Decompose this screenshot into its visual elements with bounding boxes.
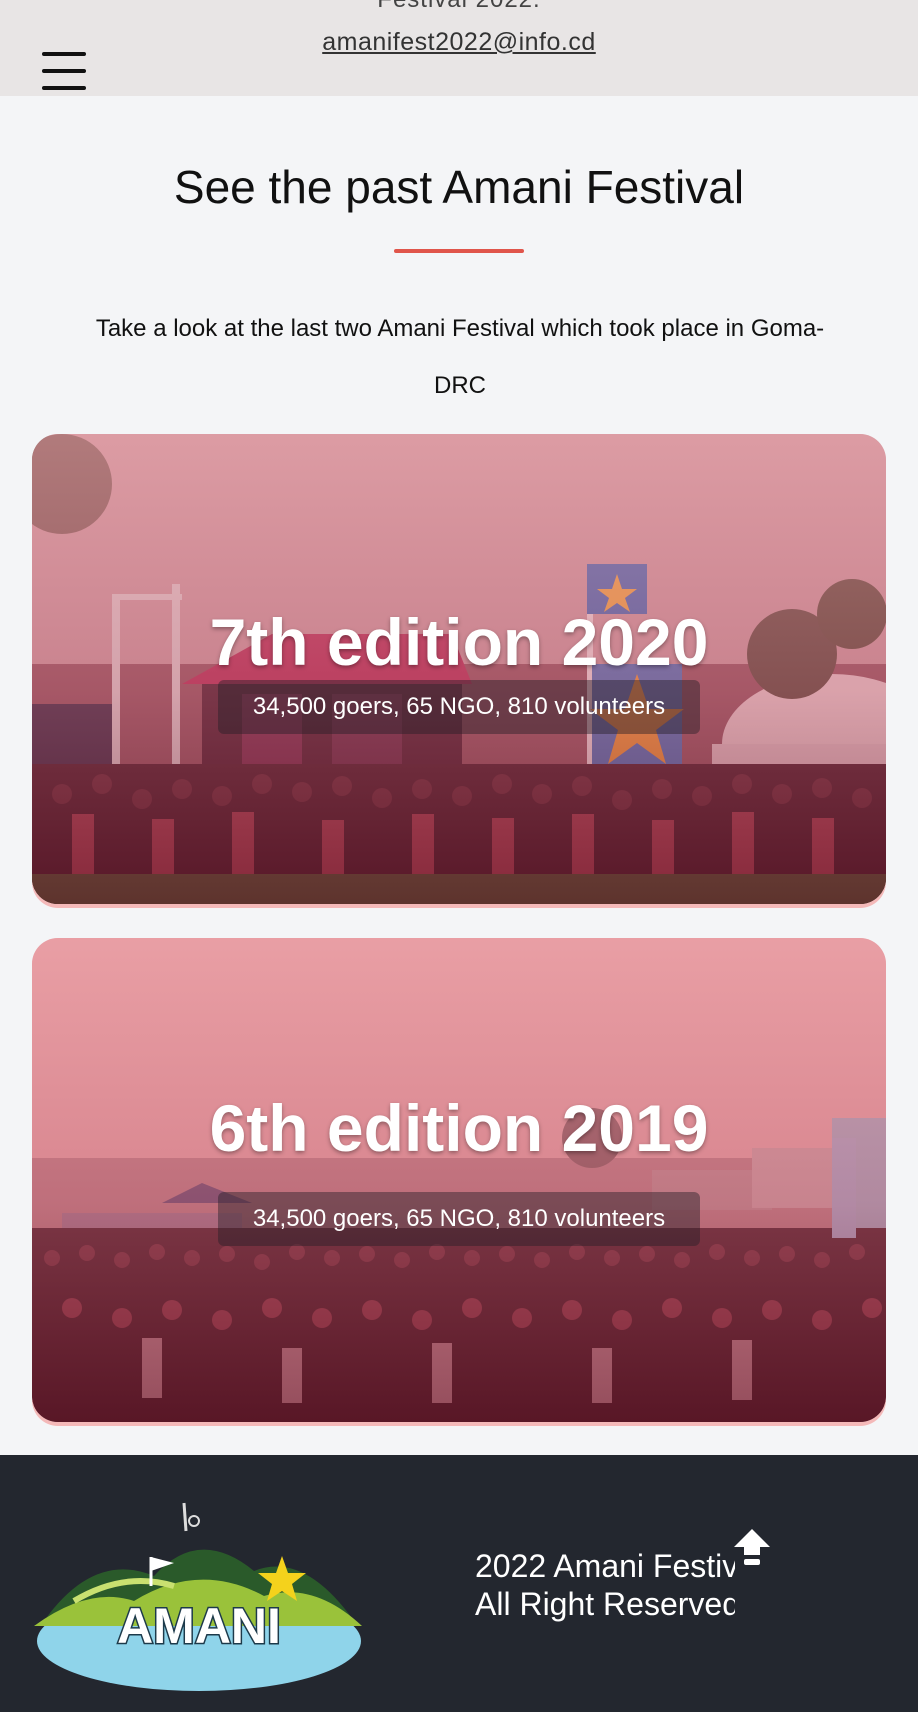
copyright-line-1: 2022 Amani Festival — [475, 1548, 735, 1584]
edition-title: 7th edition 2020 — [209, 605, 709, 679]
section-title: See the past Amani Festival — [173, 161, 745, 213]
site-footer: AMANI 2022 Amani Festival All Right Rese… — [0, 1455, 918, 1712]
arrow-up-icon[interactable] — [732, 1527, 772, 1567]
top-bar: Festival 2022. amanifest2022@info.cd — [0, 0, 918, 96]
edition-title: 6th edition 2019 — [209, 1091, 709, 1165]
footer-copyright: 2022 Amani Festival All Right Reserved — [475, 1547, 735, 1623]
contact-email-link[interactable]: amanifest2022@info.cd — [0, 28, 918, 57]
edition-card-2019[interactable]: 6th edition 2019 34,500 goers, 65 NGO, 8… — [32, 938, 886, 1422]
amani-logo: AMANI — [34, 1502, 362, 1691]
section-description: Take a look at the last two Amani Festiv… — [95, 315, 825, 399]
edition-card-2020[interactable]: 7th edition 2020 34,500 goers, 65 NGO, 8… — [32, 434, 886, 904]
title-underline — [394, 249, 524, 253]
copyright-line-2: All Right Reserved — [475, 1586, 735, 1622]
header-cut-text: Festival 2022. — [0, 0, 918, 14]
logo-text: AMANI — [117, 1598, 281, 1654]
menu-line — [42, 69, 86, 73]
edition-stats: 34,500 goers, 65 NGO, 810 volunteers — [218, 680, 700, 734]
menu-line — [42, 52, 86, 56]
menu-line — [42, 86, 86, 90]
card-overlay — [32, 938, 886, 1422]
edition-stats: 34,500 goers, 65 NGO, 810 volunteers — [218, 1192, 700, 1246]
hamburger-menu-icon[interactable] — [42, 52, 86, 92]
